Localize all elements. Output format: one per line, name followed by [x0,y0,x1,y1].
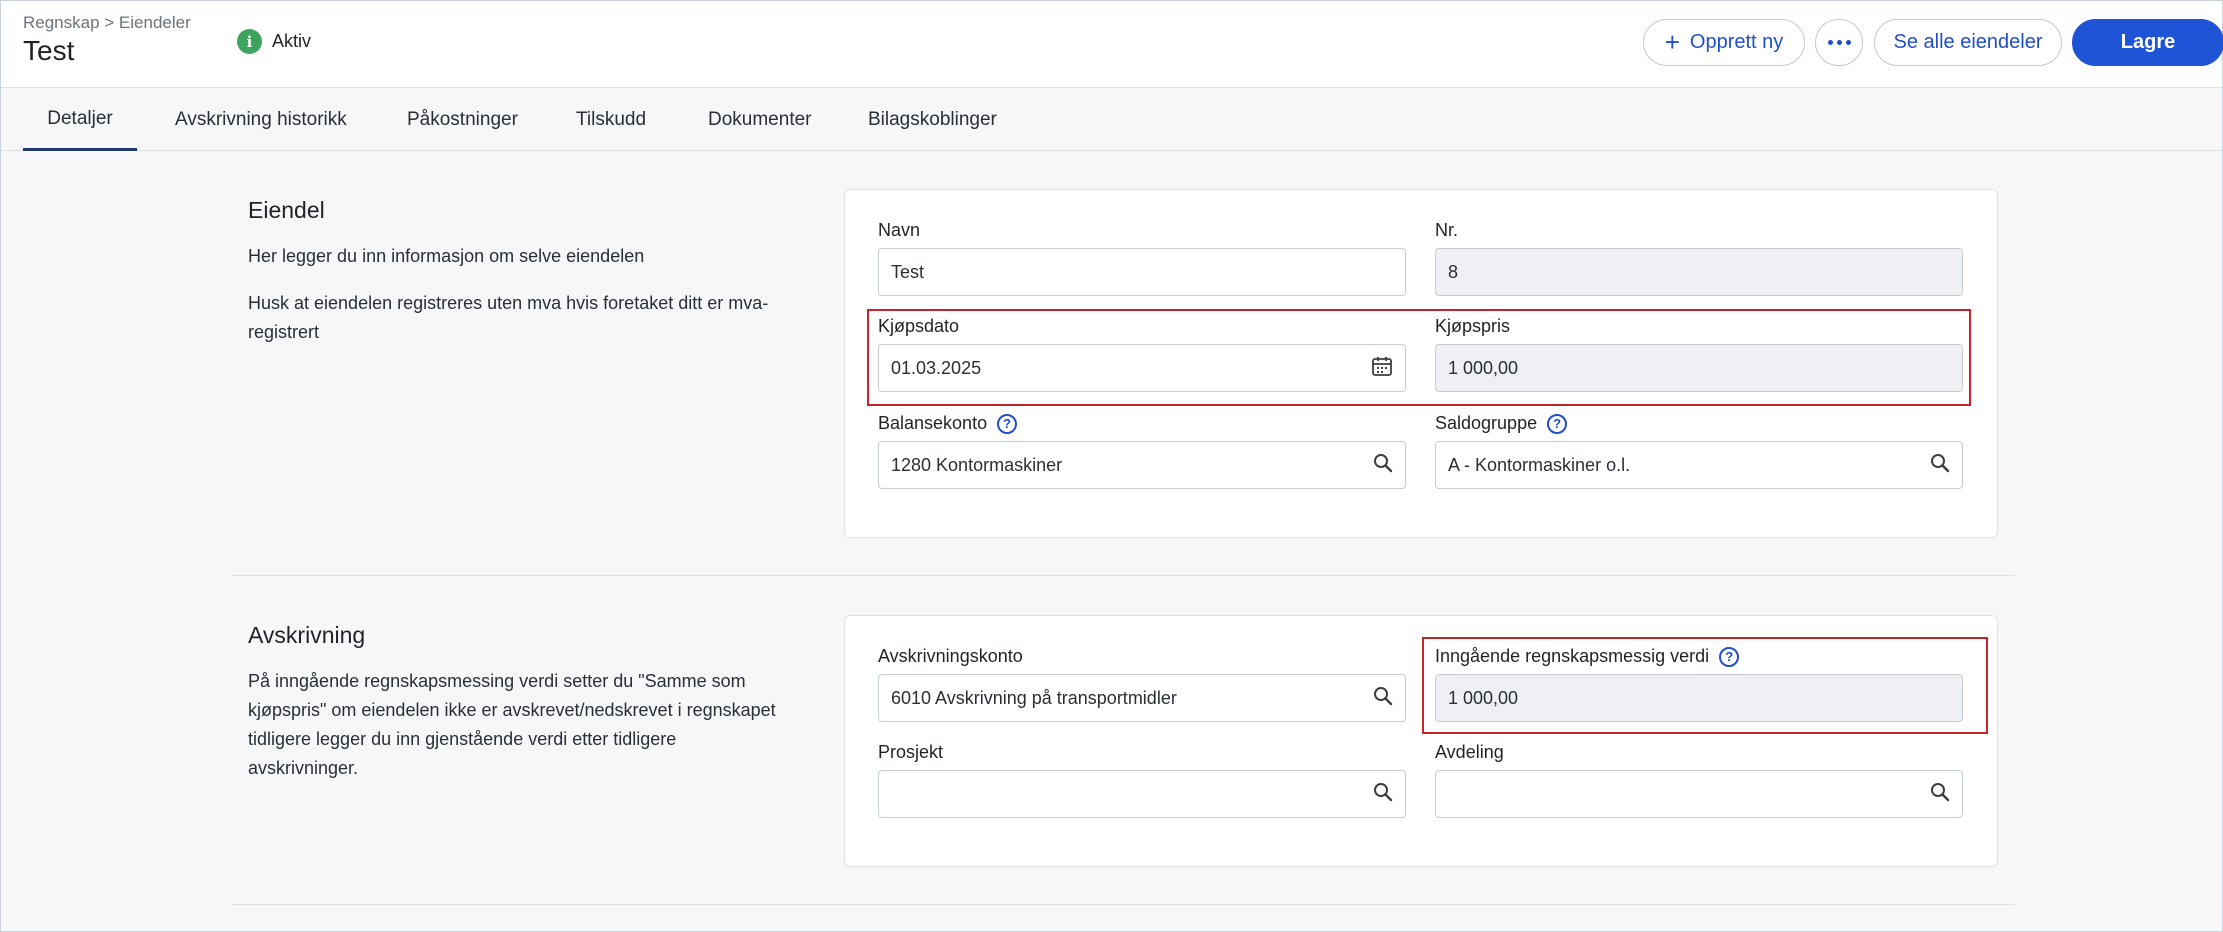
balance-group-label: Saldogruppe ? [1435,413,1568,434]
status-text: Aktiv [272,31,312,51]
tab-grants[interactable]: Tilskudd [576,89,646,151]
department-label: Avdeling [1435,742,1504,762]
name-label: Navn [878,220,921,240]
status-badge: i Aktiv [237,29,311,54]
asset-section-description: Her legger du inn informasjon om selve e… [248,246,645,266]
balance-account-label: Balansekonto ? [878,413,1018,434]
more-options-button[interactable] [1815,19,1863,66]
search-icon[interactable] [1930,782,1950,807]
search-icon[interactable] [1373,686,1393,711]
balance-account-field[interactable]: 1280 Kontormaskiner [878,441,1406,489]
plus-icon: + [1664,26,1680,57]
balance-group-value: A - Kontormaskiner o.l. [1448,454,1631,475]
balance-account-value: 1280 Kontormaskiner [891,454,1063,475]
search-icon[interactable] [1373,782,1393,807]
help-icon[interactable]: ? [997,413,1018,434]
number-field: 8 [1435,248,1963,296]
save-button[interactable]: Lagre [2072,19,2223,66]
see-all-label: Se alle eiendeler [1893,31,2043,53]
section-divider [231,575,2015,576]
tab-improvements[interactable]: Påkostninger [407,89,518,151]
create-new-label: Opprett ny [1689,31,1784,53]
name-field[interactable]: Test [878,248,1406,296]
tab-bar: Detaljer Avskrivning historikk Påkostnin… [1,89,2222,151]
number-label: Nr. [1435,220,1459,240]
highlight-box-purchase [867,309,1971,406]
project-label: Prosjekt [878,742,944,762]
tab-depreciation-history[interactable]: Avskrivning historikk [175,89,347,151]
project-field[interactable] [878,770,1406,818]
breadcrumb[interactable]: Regnskap > Eiendeler [23,13,191,33]
tab-documents[interactable]: Dokumenter [708,89,812,151]
save-label: Lagre [2120,31,2176,53]
search-icon[interactable] [1373,453,1393,478]
depreciation-section-description: På inngående regnskapsmessing verdi sett… [248,671,776,778]
depreciation-account-label: Avskrivningskonto [878,646,1023,666]
top-bar: Regnskap > Eiendeler Test i Aktiv + Oppr… [1,1,2223,88]
search-icon[interactable] [1930,453,1950,478]
depreciation-account-value: 6010 Avskrivning på transportmidler [891,687,1177,708]
asset-section-vat-note: Husk at eiendelen registreres uten mva h… [248,293,769,342]
number-value: 8 [1448,261,1459,282]
see-all-assets-button[interactable]: Se alle eiendeler [1874,19,2062,66]
section-divider [231,904,2015,905]
tab-details[interactable]: Detaljer [23,89,137,151]
department-field[interactable] [1435,770,1963,818]
page-title: Test [23,35,75,66]
create-new-button[interactable]: + Opprett ny [1643,19,1805,66]
more-icon [1827,40,1851,45]
asset-section-title: Eiendel [248,197,325,223]
name-value: Test [891,261,925,282]
tab-voucher-links[interactable]: Bilagskoblinger [868,89,997,151]
balance-group-field[interactable]: A - Kontormaskiner o.l. [1435,441,1963,489]
help-icon[interactable]: ? [1547,413,1568,434]
info-icon: i [237,29,262,54]
depreciation-section-title: Avskrivning [248,622,366,648]
depreciation-account-field[interactable]: 6010 Avskrivning på transportmidler [878,674,1406,722]
highlight-box-opening-value [1422,637,1988,734]
